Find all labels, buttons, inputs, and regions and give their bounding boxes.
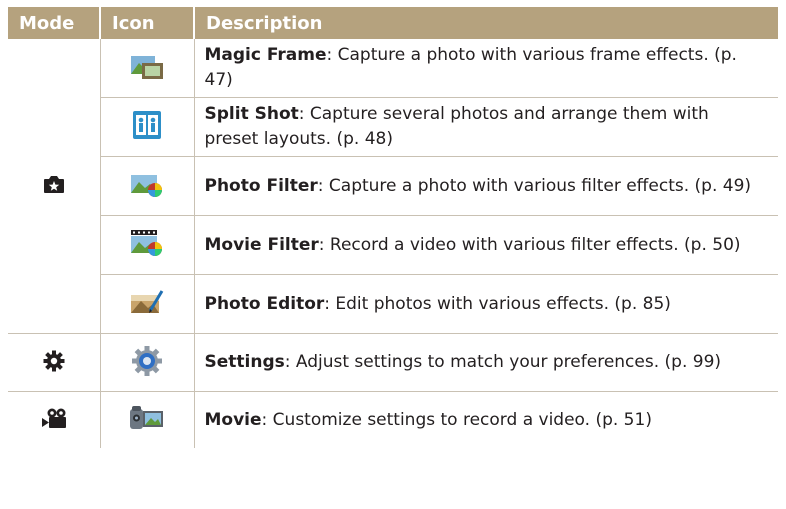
mode-description: : Customize settings to record a video. …: [261, 409, 652, 430]
icon-cell: [100, 274, 195, 334]
photo-editor-icon: [130, 287, 164, 321]
mode-description: : Adjust settings to match your preferen…: [284, 352, 722, 372]
icon-cell: [100, 97, 195, 157]
mode-description: : Capture a photo with various filter ef…: [317, 175, 752, 196]
mode-table: Mode Icon Description Magic Frame: Captu…: [8, 7, 778, 448]
mode-title: Magic Frame: [204, 45, 327, 65]
mode-title: Movie: [204, 409, 262, 430]
icon-cell: [100, 39, 195, 98]
header-description: Description: [194, 7, 778, 39]
icon-cell: [100, 333, 195, 392]
movie-icon: [129, 403, 165, 437]
movie-filter-icon: [130, 228, 164, 262]
settings-icon: [131, 345, 163, 381]
mode-description: : Edit photos with various effects. (p. …: [324, 293, 671, 314]
mode-cell-settings: [8, 333, 101, 392]
header-mode: Mode: [8, 7, 101, 39]
icon-cell: [100, 156, 195, 216]
movie-camera-icon: [41, 407, 67, 433]
mode-cell-scene: [8, 39, 101, 334]
header-row: Mode Icon Description: [8, 7, 778, 39]
description-cell: Movie Filter: Record a video with variou…: [194, 215, 778, 275]
icon-cell: [100, 391, 195, 448]
split-shot-icon: [132, 110, 162, 144]
mode-title: Movie Filter: [204, 234, 319, 255]
photo-filter-icon: [130, 169, 164, 203]
mode-description: : Record a video with various filter eff…: [318, 234, 741, 255]
mode-cell-movie: [8, 391, 101, 448]
mode-title: Settings: [204, 352, 285, 372]
description-cell: Split Shot: Capture several photos and a…: [194, 97, 778, 157]
description-cell: Magic Frame: Capture a photo with variou…: [194, 39, 778, 98]
mode-title: Photo Filter: [204, 175, 318, 196]
gear-icon: [43, 350, 65, 376]
table-row: Movie: Customize settings to record a vi…: [8, 391, 778, 449]
description-cell: Settings: Adjust settings to match your …: [194, 333, 778, 392]
description-cell: Photo Editor: Edit photos with various e…: [194, 274, 778, 334]
table-row: Movie Filter: Record a video with variou…: [8, 215, 778, 275]
table-row: Settings: Adjust settings to match your …: [8, 333, 778, 392]
magic-frame-icon: [130, 51, 164, 85]
description-cell: Movie: Customize settings to record a vi…: [194, 392, 778, 449]
table-row: Split Shot: Capture several photos and a…: [8, 97, 778, 157]
table-row: Photo Editor: Edit photos with various e…: [8, 274, 778, 334]
icon-cell: [100, 215, 195, 275]
header-icon: Icon: [100, 7, 195, 39]
table-row: Magic Frame : Capture a photo with variou…: [8, 39, 778, 334]
table-row: Photo Filter: Capture a photo with vario…: [8, 156, 778, 216]
camera-star-icon: [43, 174, 65, 198]
mode-title: Photo Editor: [204, 293, 325, 314]
mode-title: Split Shot: [204, 104, 299, 124]
description-cell: Photo Filter: Capture a photo with vario…: [194, 156, 778, 216]
